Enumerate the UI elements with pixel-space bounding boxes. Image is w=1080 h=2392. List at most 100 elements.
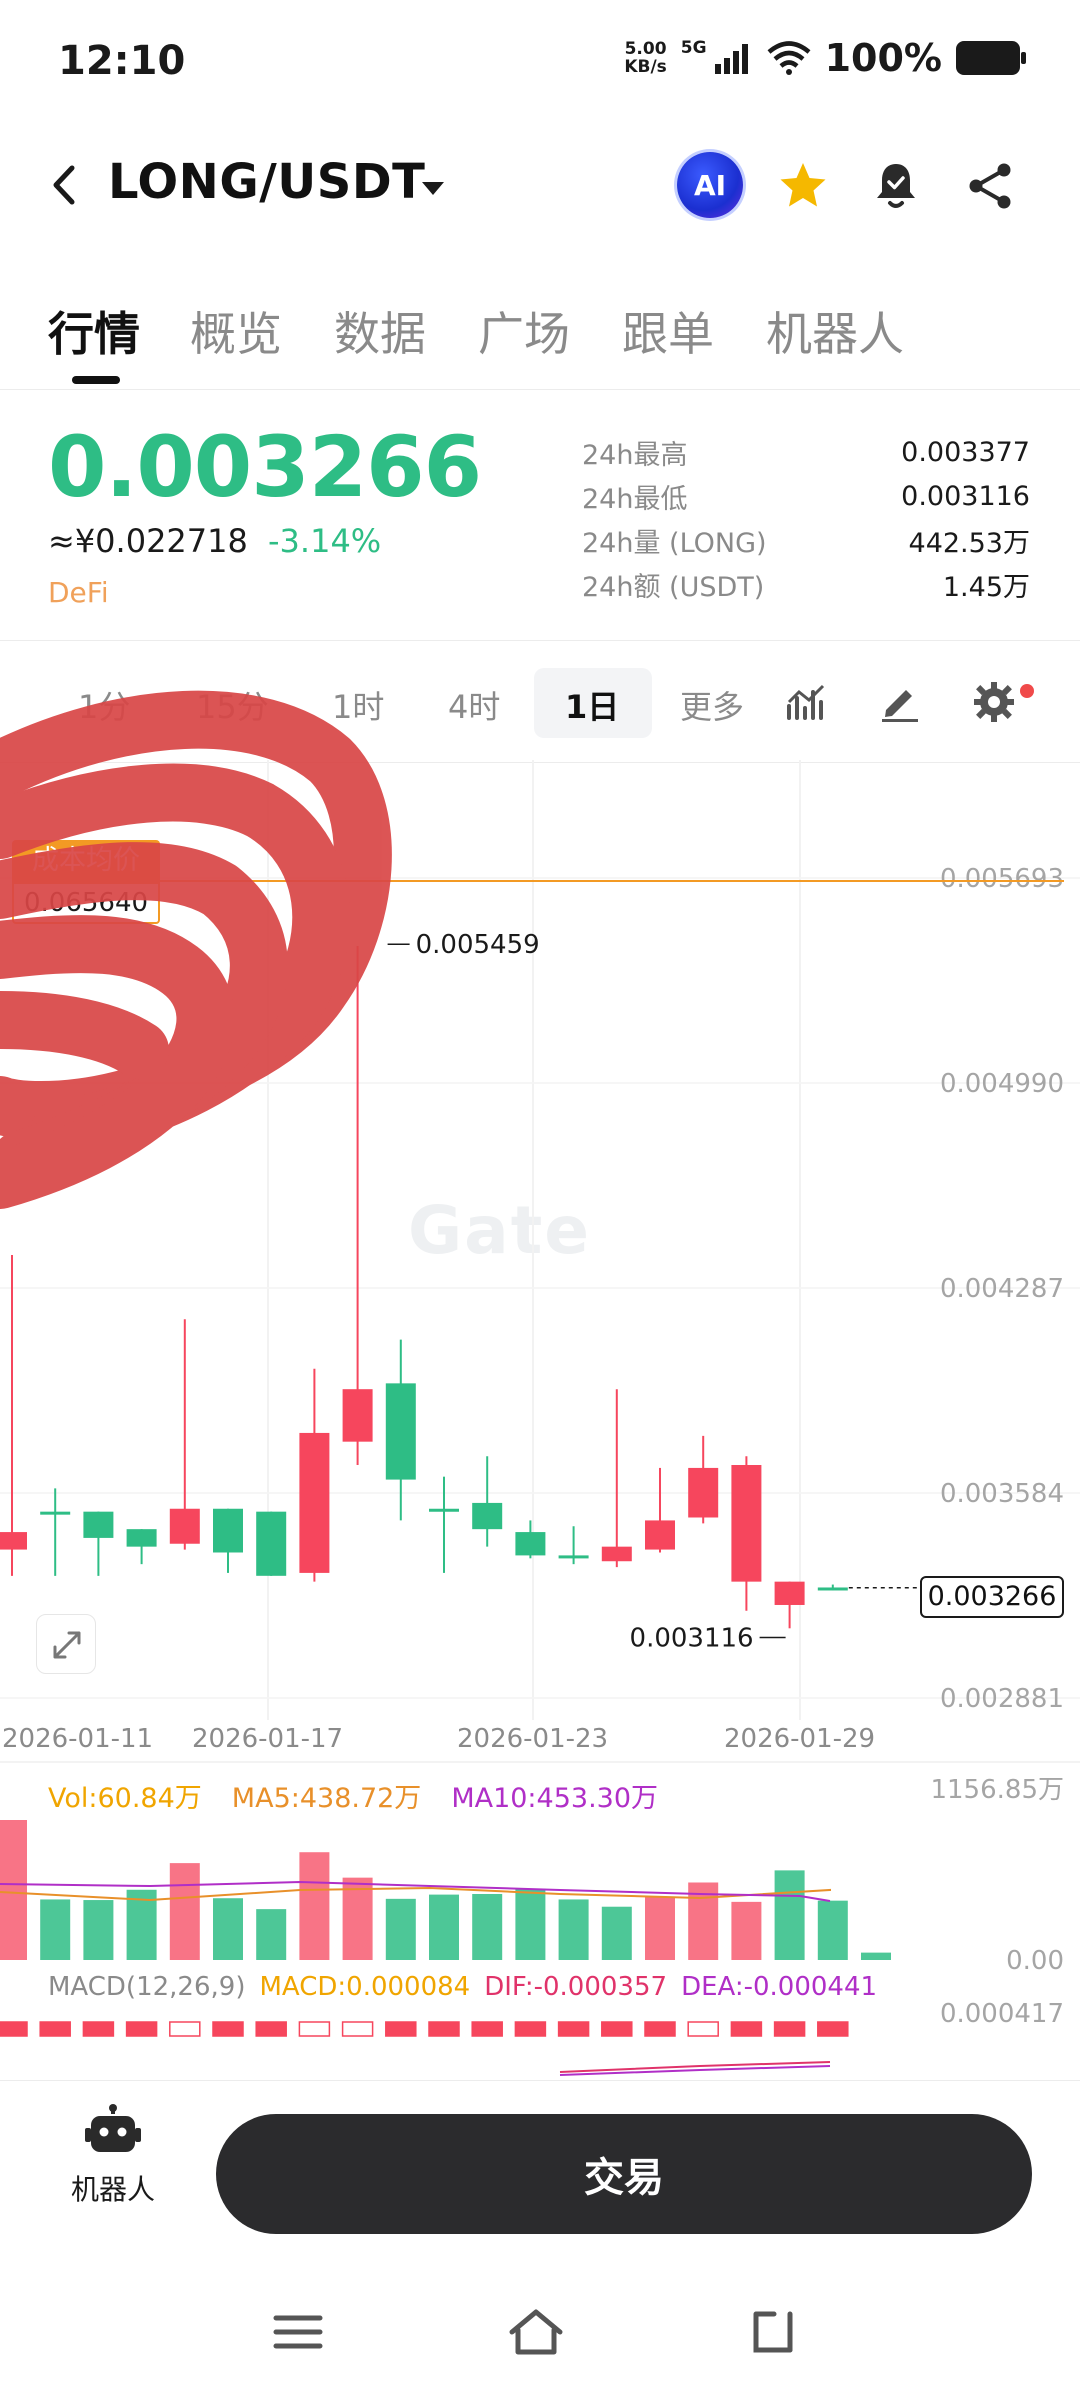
robot-icon <box>85 2104 141 2152</box>
stat-row: 24h量 (LONG) 442.53万 <box>582 527 1030 559</box>
tab-indicator <box>72 376 120 384</box>
stat-row: 24h额 (USDT) 1.45万 <box>582 571 1030 603</box>
status-icons: 5.00 KB/s 5G 100% <box>624 36 1026 80</box>
tab-copytrade[interactable]: 跟单 <box>622 298 714 364</box>
interval-more[interactable]: 更多 <box>680 682 744 728</box>
y-axis-label: 0.002881 <box>940 1684 1064 1714</box>
dea-value: DEA:-0.000441 <box>681 1972 878 2002</box>
indicator-icon[interactable] <box>783 678 831 726</box>
tab-bar: 行情 概览 数据 广场 跟单 机器人 <box>0 290 1080 390</box>
header: LONG/USDT AI <box>0 140 1080 230</box>
candle-body <box>169 1508 200 1544</box>
candlestick-svg[interactable]: 0.005693 0.004990 0.004287 0.003584 0.002881… <box>0 760 1080 2080</box>
trade-button[interactable]: 交易 <box>216 2114 1032 2234</box>
macd-bar <box>82 2021 115 2037</box>
high-marker-label: 0.005459 <box>416 930 540 960</box>
candle-body <box>645 1520 675 1550</box>
dif-value: DIF:-0.000357 <box>484 1972 668 2002</box>
robot-label: 机器人 <box>70 2173 155 2206</box>
back-nav-icon[interactable] <box>742 2304 802 2360</box>
x-axis-label: 2026-01-23 <box>457 1724 608 1754</box>
candle-body <box>0 1532 27 1550</box>
interval-1d[interactable]: 1日 <box>565 682 619 728</box>
interval-1h[interactable]: 1时 <box>332 682 384 728</box>
candle-body <box>817 1587 848 1591</box>
battery-percent: 100% <box>824 36 942 80</box>
macd-bar <box>428 2021 460 2037</box>
back-icon[interactable] <box>44 160 84 210</box>
macd-bar <box>125 2021 158 2037</box>
price-chart[interactable]: Gate 0.005693 0.004990 0.004287 0.003584 0.0… <box>0 760 1080 2080</box>
volume-bar <box>774 1870 805 1960</box>
stat-row: 24h最高 0.003377 <box>582 436 1030 471</box>
volume-legend: Vol:60.84万 MA5:438.72万 MA10:453.30万 <box>48 1776 658 1815</box>
draw-pen-icon[interactable] <box>876 678 924 726</box>
expand-chart-button[interactable] <box>36 1614 96 1674</box>
ai-icon[interactable]: AI <box>677 152 743 218</box>
macd-bar <box>557 2021 590 2037</box>
menu-icon[interactable] <box>268 2304 328 2360</box>
tab-data[interactable]: 数据 <box>334 298 426 364</box>
network-type: 5G <box>680 38 707 58</box>
low-marker-label: 0.003116 <box>630 1623 754 1653</box>
volume-bar <box>385 1898 416 1960</box>
macd-bar <box>39 2021 71 2037</box>
volume-bar <box>299 1852 330 1960</box>
divider <box>0 640 1080 641</box>
macd-bar <box>341 2021 374 2037</box>
settings-gear-icon[interactable] <box>970 678 1018 726</box>
pair-title[interactable]: LONG/USDT <box>108 154 425 210</box>
interval-4h[interactable]: 4时 <box>448 682 500 728</box>
expand-icon <box>53 1631 81 1659</box>
y-axis-label: 0.005693 <box>940 864 1064 894</box>
status-bar: 12:10 5.00 KB/s 5G 100% <box>0 0 1080 120</box>
x-axis-label: 2026-01-11 <box>2 1724 153 1754</box>
volume-bar <box>861 1952 891 1960</box>
candle-body <box>126 1529 157 1547</box>
status-time: 12:10 <box>58 38 186 84</box>
macd-bar <box>0 2021 28 2037</box>
candle-body <box>299 1432 330 1573</box>
candle-body <box>774 1581 805 1605</box>
bell-check-icon[interactable] <box>868 158 924 214</box>
volume-bar <box>558 1899 589 1960</box>
macd-bar <box>644 2021 676 2037</box>
volume-bar <box>256 1909 287 1960</box>
macd-bar <box>730 2021 763 2037</box>
caret-down-icon[interactable] <box>418 176 448 200</box>
star-icon[interactable] <box>775 158 831 214</box>
tab-market[interactable]: 行情 <box>48 298 140 364</box>
tab-bots[interactable]: 机器人 <box>766 298 904 364</box>
candle-body <box>83 1511 114 1538</box>
volume-bar <box>169 1863 200 1960</box>
candle-body <box>601 1546 632 1562</box>
candle-body <box>256 1511 287 1576</box>
vol-value: Vol:60.84万 <box>48 1783 202 1814</box>
volume-max-label: 1156.85万 <box>930 1775 1064 1805</box>
cny-price: ≈¥0.022718 <box>48 522 248 560</box>
interval-15m[interactable]: 15分 <box>196 682 269 728</box>
x-axis-label: 2026-01-17 <box>192 1724 343 1754</box>
macd-bar <box>773 2021 806 2037</box>
macd-tick-label: 0.000417 <box>940 1999 1064 2029</box>
tab-square[interactable]: 广场 <box>478 298 570 364</box>
y-axis-label: 0.004287 <box>940 1274 1064 1304</box>
volume-bar <box>515 1888 546 1960</box>
y-axis-label: 0.004990 <box>940 1069 1064 1099</box>
volume-bar <box>601 1906 632 1960</box>
volume-bar <box>731 1901 762 1960</box>
category-tag[interactable]: DeFi <box>48 576 109 609</box>
candle-body <box>342 1389 373 1442</box>
volume-bar <box>40 1899 71 1960</box>
interval-1m[interactable]: 1分 <box>78 682 130 728</box>
macd-bar <box>687 2021 719 2037</box>
robot-button[interactable]: 机器人 <box>48 2104 178 2208</box>
tab-overview[interactable]: 概览 <box>190 298 282 364</box>
vol-ma5: MA5:438.72万 <box>231 1783 422 1814</box>
macd-value: MACD:0.000084 <box>259 1972 471 2002</box>
candle-body <box>731 1465 762 1582</box>
share-icon[interactable] <box>962 158 1018 214</box>
battery-icon <box>956 41 1026 75</box>
candle-body <box>40 1511 71 1515</box>
home-icon[interactable] <box>506 2304 566 2360</box>
